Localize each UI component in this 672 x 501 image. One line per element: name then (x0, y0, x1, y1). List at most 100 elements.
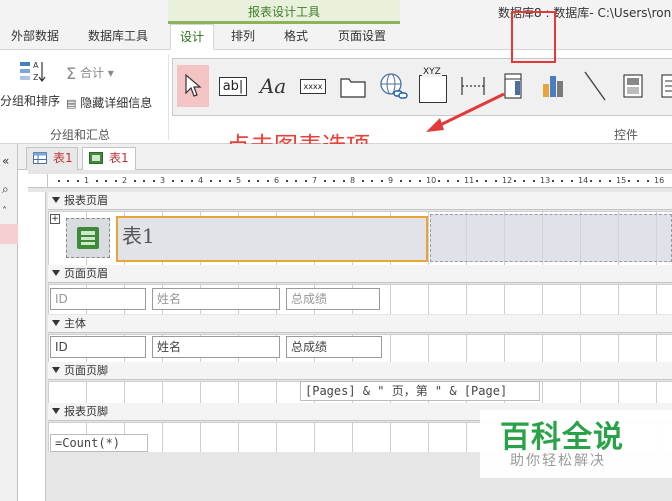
ruler-tick-dot (295, 180, 297, 182)
ruler-tick-dot (637, 180, 639, 182)
chart-highlight-box (511, 11, 556, 63)
ruler-tick-dot (95, 180, 98, 182)
ruler-tick-dot (67, 180, 69, 182)
line-icon (584, 71, 606, 101)
tab-control[interactable] (337, 65, 369, 107)
ruler-tick-dot (589, 180, 592, 182)
field-name[interactable]: 姓名 (152, 336, 280, 358)
search-icon[interactable]: ⌕ (2, 182, 9, 197)
label-id[interactable]: ID (50, 288, 146, 310)
ruler-tick-dot (409, 180, 411, 182)
sigma-icon: Σ (66, 64, 77, 83)
line-control[interactable] (579, 65, 611, 107)
tab-external-data[interactable]: 外部数据 (4, 24, 66, 50)
field-id[interactable]: ID (50, 336, 146, 358)
ruler-tick-dot (143, 180, 145, 182)
bar-chart-icon (543, 76, 563, 97)
ruler-tick-dot (333, 180, 335, 182)
ribbon-tabs: 外部数据 数据库工具 设计 排列 格式 页面设置 (0, 24, 672, 50)
ruler-tick-label: 6 (274, 176, 280, 185)
title-bar: 报表设计工具 数据库8 : 数据库- C:\Users\ron (0, 0, 672, 24)
ruler-tick-label: 13 (540, 176, 551, 185)
annotation-arrow (426, 92, 505, 132)
ruler-tick-label: 10 (426, 176, 437, 185)
tab-page-setup[interactable]: 页面设置 (330, 24, 394, 50)
globe-link-icon (380, 73, 408, 99)
ruler-tick-label: 7 (312, 176, 318, 185)
ruler-tick-dot (513, 180, 516, 182)
ruler-tick-dot (447, 180, 449, 182)
section-detail[interactable]: 主体 (48, 315, 672, 333)
ruler-tick-dot (152, 180, 155, 182)
ruler-tick-dot (181, 180, 183, 182)
count-expression[interactable]: =Count(*) (50, 434, 148, 452)
ruler-tick-dot (646, 180, 649, 182)
report-logo-image[interactable] (66, 218, 110, 258)
button-control[interactable]: xxxx (297, 65, 329, 107)
tab-database-tools[interactable]: 数据库工具 (80, 24, 156, 50)
ruler-tick-dot (57, 180, 60, 182)
ruler-tick-dot (190, 180, 193, 182)
ruler-tick-dot (219, 180, 221, 182)
select-control[interactable] (177, 65, 209, 107)
ruler-tick-label: 12 (502, 176, 513, 185)
list-box-control[interactable] (653, 65, 672, 107)
totals-button[interactable]: Σ 合计 ▾ (66, 64, 114, 83)
ruler-tick-label: 5 (236, 176, 242, 185)
ruler-tick-dot (485, 180, 487, 182)
chevron-up-icon[interactable]: ˄ (2, 206, 7, 217)
pointer-icon (185, 73, 202, 97)
doc-tab-table[interactable]: 表1 (26, 147, 78, 170)
ruler-tick-dot (304, 180, 307, 182)
sort-group-button[interactable]: 分组和排序 (0, 92, 60, 109)
chart-control[interactable] (537, 65, 569, 107)
selected-nav-item[interactable] (0, 224, 18, 244)
report-title-box[interactable] (116, 216, 428, 262)
doc-tab-report[interactable]: 表1 (82, 147, 136, 170)
ruler-tick-dot (456, 180, 459, 182)
tab-format[interactable]: 格式 (274, 24, 318, 50)
document-tabs: 表1 表1 (0, 144, 672, 170)
hyperlink-control[interactable] (377, 65, 409, 107)
textbox-control[interactable]: ab| (217, 65, 249, 107)
toggle-button-icon (623, 74, 643, 98)
move-handle-icon[interactable]: + (50, 214, 60, 224)
button-icon: xxxx (299, 78, 327, 94)
tab-arrange[interactable]: 排列 (222, 24, 264, 50)
label-name[interactable]: 姓名 (152, 288, 280, 310)
ruler-tick-label: 11 (464, 176, 475, 185)
ruler-tick-dot (361, 180, 364, 182)
context-tab-label: 报表设计工具 (168, 0, 400, 24)
ruler-tick-dot (171, 180, 174, 182)
option-group-text: XYZ (422, 67, 442, 77)
ruler-tick-dot (105, 180, 107, 182)
svg-text:A: A (33, 61, 39, 70)
ruler-tick-dot (323, 180, 326, 182)
field-total-score[interactable]: 总成绩 (286, 336, 382, 358)
section-page-header[interactable]: 页面页眉 (48, 265, 672, 283)
section-page-footer[interactable]: 页面页脚 (48, 362, 672, 380)
section-report-header[interactable]: 报表页眉 (48, 192, 672, 210)
ruler-tick-dot (285, 180, 288, 182)
ruler-tick-dot (114, 180, 117, 182)
table-icon (33, 152, 47, 164)
expand-pane-icon[interactable]: « (2, 154, 9, 168)
sort-group-icon[interactable]: A Z (18, 58, 46, 86)
ruler-tick-dot (561, 180, 563, 182)
ruler-tick-dot (418, 180, 421, 182)
tab-design[interactable]: 设计 (170, 24, 214, 50)
report-icon (89, 152, 103, 164)
ruler-tick-dot (133, 180, 136, 182)
ruler-tick-dot (228, 180, 231, 182)
ruler-corner[interactable] (28, 174, 48, 188)
toggle-button-control[interactable] (617, 65, 649, 107)
horizontal-ruler: 1 2 3 4 5 6 7 8 9 10 11 12 13 14 15 16 (48, 174, 672, 188)
label-control[interactable]: Aa (257, 65, 289, 107)
ruler-tick-dot (380, 180, 383, 182)
hide-details-button[interactable]: ▤ 隐藏详细信息 (66, 94, 152, 111)
page-number-expression[interactable]: [Pages] & " 页，第 " & [Page] (300, 381, 540, 401)
group-label-controls: 控件 (614, 128, 639, 142)
label-total-score[interactable]: 总成绩 (286, 288, 380, 310)
navigation-pane-collapsed: « ⌕ ˄ (0, 144, 18, 501)
ruler-tick-dot (599, 180, 601, 182)
